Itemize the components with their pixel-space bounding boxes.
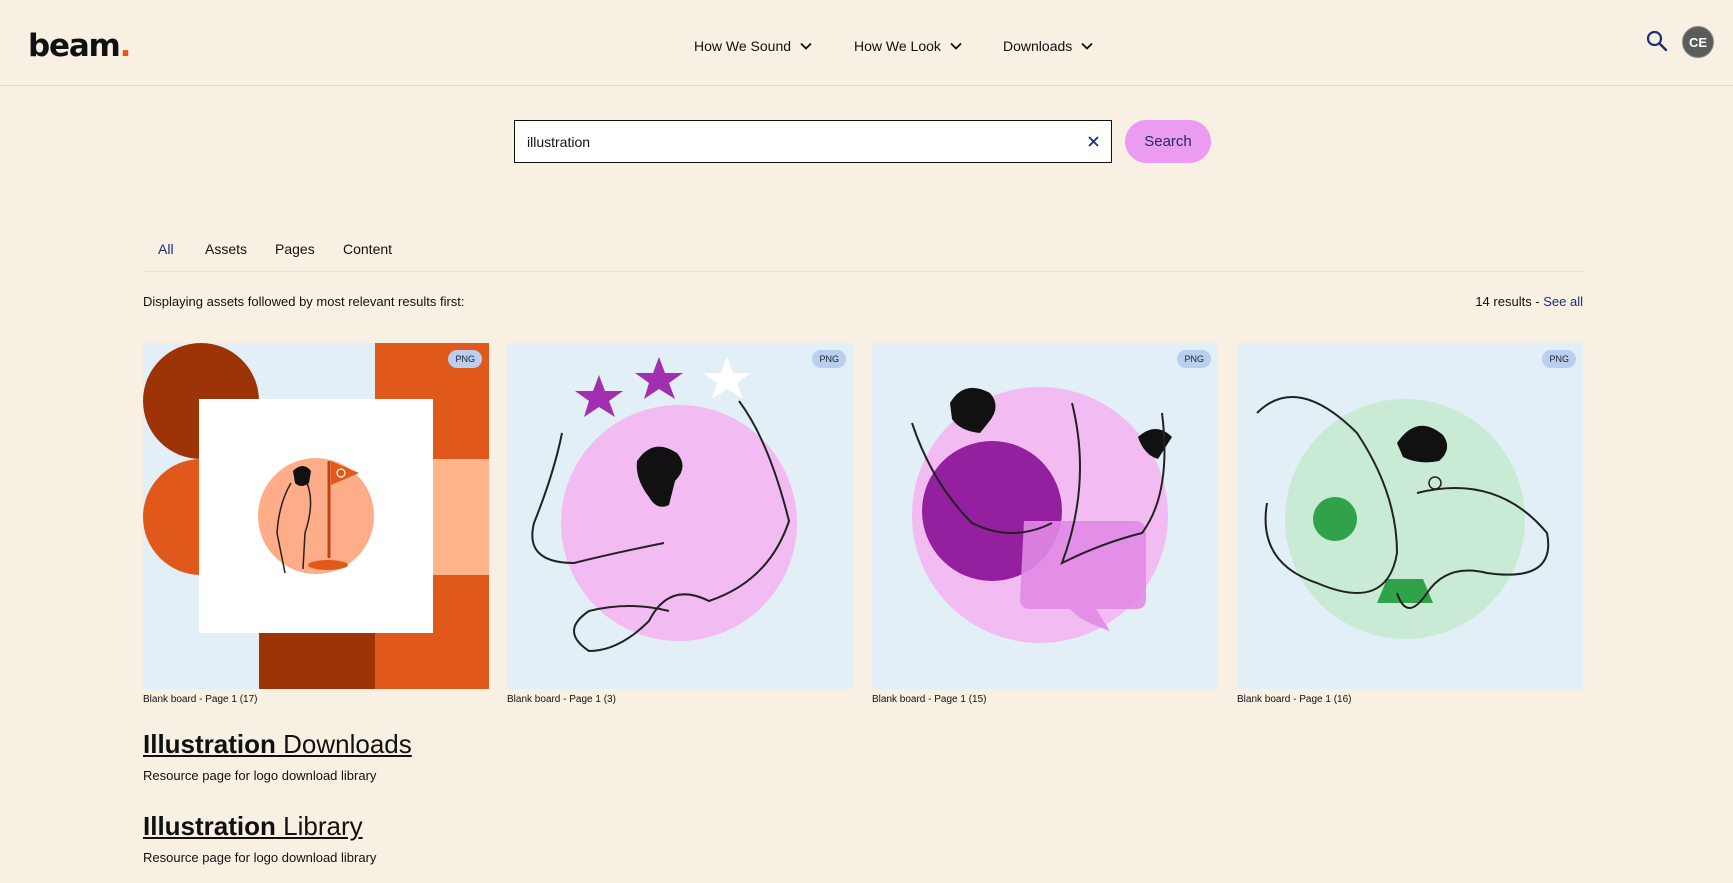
search-button[interactable]: Search xyxy=(1125,120,1211,163)
chevron-down-icon xyxy=(950,42,962,50)
search-input[interactable] xyxy=(527,121,1067,162)
title-keyword: Illustration xyxy=(143,811,276,841)
page-result-title[interactable]: Illustration Library xyxy=(143,811,363,842)
asset-caption: Blank board - Page 1 (16) xyxy=(1237,694,1352,705)
user-avatar[interactable]: CE xyxy=(1682,26,1714,58)
nav-how-we-sound[interactable]: How We Sound xyxy=(694,38,812,54)
nav-downloads[interactable]: Downloads xyxy=(1003,38,1093,54)
nav-label: How We Sound xyxy=(694,38,792,54)
file-type-badge: PNG xyxy=(1542,350,1576,368)
close-icon[interactable] xyxy=(1087,135,1100,153)
asset-card[interactable]: PNG Blank board - Page 1 (16) xyxy=(1237,343,1583,705)
asset-card[interactable]: PNG Blank board - Page 1 (15) xyxy=(872,343,1218,705)
page-result: Illustration Downloads Resource page for… xyxy=(143,729,412,783)
nav-label: How We Look xyxy=(854,38,941,54)
page-result: Illustration Library Resource page for l… xyxy=(143,811,376,865)
page-result-description: Resource page for logo download library xyxy=(143,768,377,783)
asset-thumbnail: PNG xyxy=(1237,343,1583,689)
search-field xyxy=(514,120,1112,163)
logo-text: beam xyxy=(28,28,121,64)
title-rest: Library xyxy=(275,811,363,841)
asset-card[interactable]: PNG Blank board - Page 1 (17) xyxy=(143,343,489,705)
file-type-badge: PNG xyxy=(812,350,846,368)
page-result-description: Resource page for logo download library xyxy=(143,850,377,865)
nav-how-we-look[interactable]: How We Look xyxy=(854,38,962,54)
tab-all[interactable]: All xyxy=(158,241,174,257)
result-tabs: All Assets Pages Content xyxy=(143,236,1583,272)
results-count-label: 14 results - xyxy=(1475,294,1544,309)
asset-card[interactable]: PNG Blank board - Page 1 (3) xyxy=(507,343,853,705)
page-result-title[interactable]: Illustration Downloads xyxy=(143,729,412,760)
asset-caption: Blank board - Page 1 (15) xyxy=(872,694,987,705)
results-info: Displaying assets followed by most relev… xyxy=(143,294,465,309)
nav-label: Downloads xyxy=(1003,38,1073,54)
title-keyword: Illustration xyxy=(143,729,276,759)
tab-content[interactable]: Content xyxy=(343,241,392,257)
asset-thumbnail: PNG xyxy=(507,343,853,689)
file-type-badge: PNG xyxy=(448,350,482,368)
asset-thumbnail: PNG xyxy=(143,343,489,689)
top-header: beam. How We Sound How We Look Downloads… xyxy=(0,0,1733,86)
tab-assets[interactable]: Assets xyxy=(205,241,247,257)
asset-caption: Blank board - Page 1 (17) xyxy=(143,694,258,705)
see-all-link[interactable]: See all xyxy=(1543,294,1583,309)
asset-caption: Blank board - Page 1 (3) xyxy=(507,694,616,705)
file-type-badge: PNG xyxy=(1177,350,1211,368)
title-rest: Downloads xyxy=(275,729,412,759)
asset-thumbnail: PNG xyxy=(872,343,1218,689)
chevron-down-icon xyxy=(1081,42,1093,50)
logo-dot: . xyxy=(119,28,132,64)
results-count: 14 results - See all xyxy=(1475,294,1583,309)
search-icon[interactable] xyxy=(1646,30,1668,57)
chevron-down-icon xyxy=(800,42,812,50)
beam-logo[interactable]: beam. xyxy=(28,28,132,64)
tab-pages[interactable]: Pages xyxy=(275,241,315,257)
